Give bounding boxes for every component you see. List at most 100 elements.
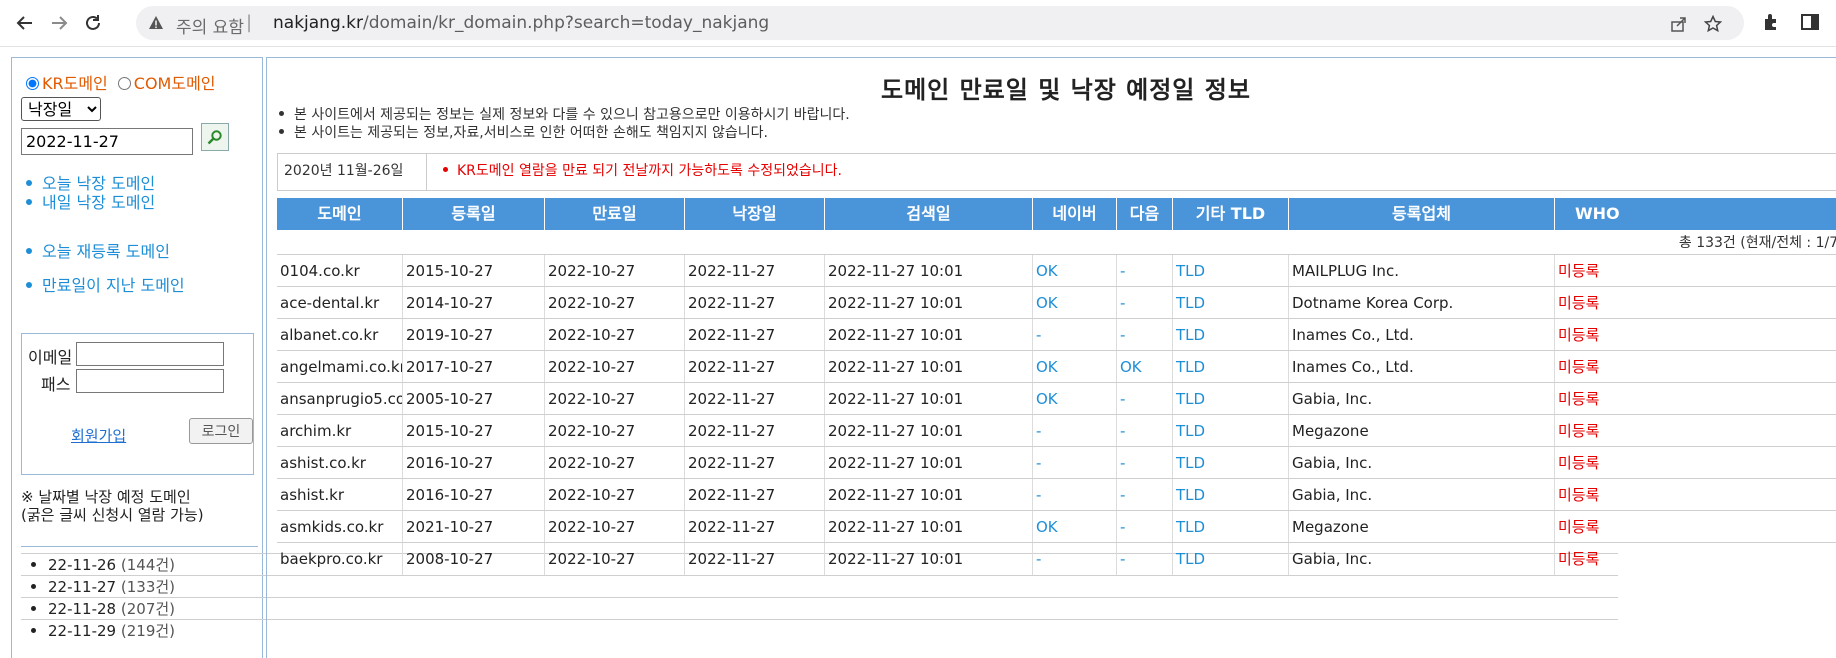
cell-domain: baekpro.co.kr <box>277 543 403 575</box>
email-label: 이메일 : <box>28 348 83 367</box>
cell-naver[interactable]: - <box>1033 479 1117 511</box>
link-expired[interactable]: 만료일이 지난 도메인 <box>26 272 185 296</box>
cell-other-tld[interactable]: TLD <box>1173 511 1289 543</box>
cell-other-tld[interactable]: TLD <box>1173 543 1289 575</box>
cell-whois[interactable]: 미등록 <box>1555 415 1836 447</box>
cell-daum[interactable]: - <box>1117 415 1173 447</box>
header-daum[interactable]: 다음 <box>1117 198 1173 230</box>
cell-other-tld[interactable]: TLD <box>1173 447 1289 479</box>
cell-drop-date: 2022-11-27 <box>685 447 825 479</box>
cell-daum[interactable]: - <box>1117 255 1173 287</box>
join-link[interactable]: 회원가입 <box>71 425 126 446</box>
result-summary: 총 133건 (현재/전체 : 1/7p <box>1678 235 1836 251</box>
address-bar[interactable]: 주의 요함 | nakjang.kr/domain/kr_domain.php?… <box>136 6 1744 40</box>
cell-registrar: Inames Co., Ltd. <box>1289 351 1555 383</box>
cell-daum[interactable]: OK <box>1117 351 1173 383</box>
email-field[interactable] <box>76 342 224 366</box>
cell-drop-date: 2022-11-27 <box>685 287 825 319</box>
header-drop-date[interactable]: 낙장일 <box>685 198 825 230</box>
radio-kr-input[interactable] <box>26 77 39 90</box>
cell-daum[interactable]: - <box>1117 287 1173 319</box>
cell-whois[interactable]: 미등록 <box>1555 287 1836 319</box>
radio-kr-domain[interactable]: KR도메인 <box>26 74 108 93</box>
cell-daum[interactable]: - <box>1117 383 1173 415</box>
cell-naver[interactable]: - <box>1033 543 1117 575</box>
date-list-date[interactable]: 22-11-29 <box>48 622 116 640</box>
cell-whois[interactable]: 미등록 <box>1555 479 1836 511</box>
cell-whois[interactable]: 미등록 <box>1555 351 1836 383</box>
header-registered[interactable]: 등록일 <box>403 198 545 230</box>
link-tomorrow-drop-text[interactable]: 내일 낙장 도메인 <box>42 193 155 212</box>
cell-naver[interactable]: OK <box>1033 351 1117 383</box>
cell-naver[interactable]: OK <box>1033 255 1117 287</box>
cell-naver[interactable]: OK <box>1033 287 1117 319</box>
cell-registrar: MAILPLUG Inc. <box>1289 255 1555 287</box>
cell-naver[interactable]: - <box>1033 319 1117 351</box>
date-type-select[interactable]: 낙장일 <box>21 97 101 121</box>
login-button[interactable]: 로그인 <box>189 418 253 444</box>
note-line-2: (굵은 글씨 신청시 열람 가능) <box>21 506 204 524</box>
header-whois[interactable]: WHO <box>1555 198 1836 230</box>
cell-naver[interactable]: OK <box>1033 511 1117 543</box>
link-today-reregistered[interactable]: 오늘 재등록 도메인 <box>26 238 170 262</box>
link-today-reregistered-text[interactable]: 오늘 재등록 도메인 <box>42 242 170 261</box>
url-text[interactable]: nakjang.kr/domain/kr_domain.php?search=t… <box>273 13 769 33</box>
back-arrow-icon[interactable] <box>10 8 40 38</box>
cell-whois[interactable]: 미등록 <box>1555 319 1836 351</box>
date-list-date[interactable]: 22-11-26 <box>48 556 116 574</box>
search-icon <box>207 130 222 145</box>
cell-other-tld[interactable]: TLD <box>1173 479 1289 511</box>
news-item-text[interactable]: KR도메인 열람을 만료 되기 전날까지 가능하도록 수정되었습니다. <box>457 163 842 179</box>
cell-daum[interactable]: - <box>1117 543 1173 575</box>
cell-drop-date: 2022-11-27 <box>685 351 825 383</box>
date-list-date[interactable]: 22-11-28 <box>48 600 116 618</box>
header-naver[interactable]: 네이버 <box>1033 198 1117 230</box>
cell-other-tld[interactable]: TLD <box>1173 415 1289 447</box>
cell-drop-date: 2022-11-27 <box>685 255 825 287</box>
url-separator: | <box>246 12 253 33</box>
cell-naver[interactable]: - <box>1033 447 1117 479</box>
header-other-tld[interactable]: 기타 TLD <box>1173 198 1289 230</box>
extensions-puzzle-icon[interactable] <box>1760 10 1784 34</box>
warning-triangle-icon[interactable] <box>148 15 164 35</box>
header-search-date[interactable]: 검색일 <box>825 198 1033 230</box>
reload-icon[interactable] <box>78 8 108 38</box>
radio-com-domain[interactable]: COM도메인 <box>117 74 216 93</box>
password-field[interactable] <box>76 369 224 393</box>
share-icon[interactable] <box>1668 13 1690 35</box>
cell-other-tld[interactable]: TLD <box>1173 383 1289 415</box>
cell-daum[interactable]: - <box>1117 511 1173 543</box>
security-status-text[interactable]: 주의 요함 <box>176 13 244 38</box>
link-tomorrow-drop[interactable]: 내일 낙장 도메인 <box>26 189 155 213</box>
cell-other-tld[interactable]: TLD <box>1173 255 1289 287</box>
cell-whois[interactable]: 미등록 <box>1555 255 1836 287</box>
cell-naver[interactable]: OK <box>1033 383 1117 415</box>
cell-other-tld[interactable]: TLD <box>1173 351 1289 383</box>
date-input[interactable] <box>21 128 193 155</box>
link-expired-text[interactable]: 만료일이 지난 도메인 <box>42 276 185 295</box>
header-expiry[interactable]: 만료일 <box>545 198 685 230</box>
cell-whois[interactable]: 미등록 <box>1555 447 1836 479</box>
cell-search-date: 2022-11-27 10:01 <box>825 543 1033 575</box>
news-item[interactable]: KR도메인 열람을 만료 되기 전날까지 가능하도록 수정되었습니다. <box>443 160 842 180</box>
radio-com-input[interactable] <box>117 77 131 90</box>
bookmark-star-icon[interactable] <box>1702 13 1724 35</box>
header-registrar[interactable]: 등록업체 <box>1289 198 1555 230</box>
search-button[interactable] <box>201 123 229 151</box>
date-list-date[interactable]: 22-11-27 <box>48 578 116 596</box>
cell-daum[interactable]: - <box>1117 447 1173 479</box>
cell-other-tld[interactable]: TLD <box>1173 287 1289 319</box>
date-list-count: (207건) <box>120 600 176 618</box>
date-list-count: (219건) <box>120 622 176 640</box>
cell-daum[interactable]: - <box>1117 319 1173 351</box>
cell-daum[interactable]: - <box>1117 479 1173 511</box>
header-domain[interactable]: 도메인 <box>277 198 403 230</box>
cell-whois[interactable]: 미등록 <box>1555 383 1836 415</box>
cell-naver[interactable]: - <box>1033 415 1117 447</box>
forward-arrow-icon[interactable] <box>44 8 74 38</box>
cell-other-tld[interactable]: TLD <box>1173 319 1289 351</box>
side-panel-icon[interactable] <box>1798 10 1822 34</box>
cell-whois[interactable]: 미등록 <box>1555 543 1836 575</box>
cell-whois[interactable]: 미등록 <box>1555 511 1836 543</box>
cell-expiry: 2022-10-27 <box>545 447 685 479</box>
